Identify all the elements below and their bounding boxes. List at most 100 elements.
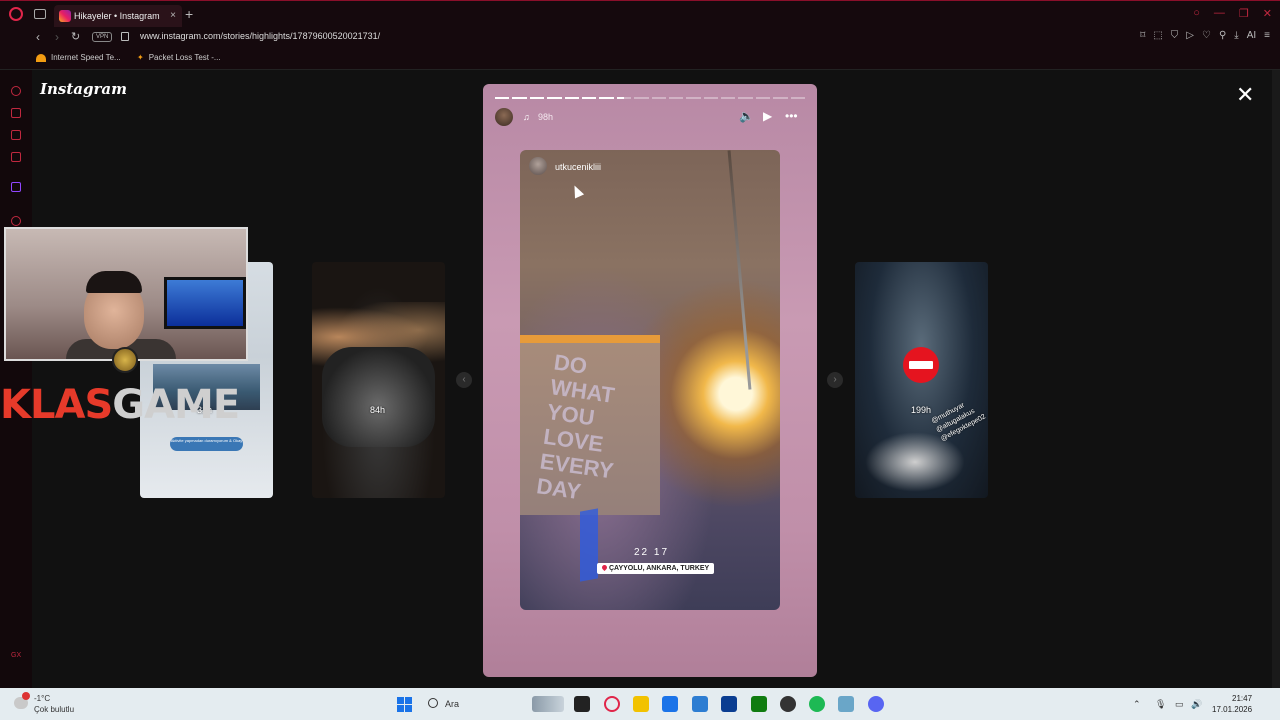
mute-icon[interactable]: 🔈: [739, 109, 754, 123]
messenger-icon[interactable]: [11, 130, 21, 140]
side-story-prev-1[interactable]: [312, 262, 445, 498]
progress-segment: [634, 97, 649, 99]
network-icon[interactable]: ▭: [1175, 699, 1184, 710]
vscode-icon[interactable]: [721, 696, 737, 712]
shopping-icon[interactable]: [11, 108, 21, 118]
tab-close-button[interactable]: ×: [170, 5, 176, 27]
play-icon[interactable]: ▷: [1186, 30, 1194, 41]
avatar[interactable]: [495, 108, 513, 126]
packet-icon: ✦: [137, 53, 144, 62]
progress-segment: [547, 97, 562, 99]
webcam-overlay: [4, 227, 248, 361]
microphone-icon[interactable]: 🎙: [1155, 699, 1166, 710]
bookmark-icon[interactable]: ⌑: [1140, 30, 1145, 41]
windows-start-icon[interactable]: [397, 697, 412, 712]
tv-image: [164, 277, 246, 329]
snapshot-icon[interactable]: ⬚: [1153, 30, 1162, 41]
store-icon[interactable]: [662, 696, 678, 712]
time-sticker: 22 17: [634, 547, 670, 558]
progress-segment: [721, 97, 736, 99]
instagram-sidebar-icon[interactable]: [11, 152, 21, 162]
menu-icon[interactable]: ≡: [1264, 30, 1270, 41]
story-text-pill: Aktivite yapmadan duramıyorum & Okay: [170, 437, 243, 451]
search-icon[interactable]: [428, 698, 438, 708]
more-options-icon[interactable]: •••: [785, 109, 798, 123]
progress-segment: [581, 97, 597, 99]
lamp-wire: [727, 150, 752, 390]
bookmark-item[interactable]: Internet Speed Te...: [36, 53, 121, 62]
person-hair: [86, 271, 142, 293]
new-tab-button[interactable]: +: [185, 6, 193, 22]
search-tabs-icon[interactable]: ○: [1193, 7, 1200, 20]
progress-segment: [790, 97, 806, 99]
prev-story-button[interactable]: ‹: [456, 372, 472, 388]
bookmark-item[interactable]: ✦ Packet Loss Test -...: [137, 53, 221, 62]
temperature[interactable]: -1°C: [34, 694, 50, 703]
shield-icon[interactable]: ⛉: [1171, 30, 1179, 41]
tab-bar: Hikayeler • Instagram × + ○ — ❐ ✕: [0, 0, 1280, 28]
file-explorer-icon[interactable]: [633, 696, 649, 712]
instagram-favicon-icon: [59, 10, 71, 22]
opera-taskbar-icon[interactable]: [604, 696, 620, 712]
mail-icon[interactable]: [692, 696, 708, 712]
blue-light: [580, 508, 598, 582]
download-icon[interactable]: ⤓: [1234, 30, 1238, 41]
no-entry-sticker-icon: [903, 347, 939, 383]
play-button[interactable]: ▶: [763, 109, 772, 123]
window-controls: ○ — ❐ ✕: [1193, 7, 1272, 20]
username[interactable]: utkucenikliii: [555, 162, 601, 172]
lock-icon[interactable]: [121, 32, 129, 41]
close-stories-button[interactable]: ✕: [1236, 84, 1254, 106]
story-time: 84h: [370, 405, 386, 415]
weather-condition[interactable]: Çok bulutlu: [34, 705, 74, 714]
progress-segment: [599, 97, 614, 99]
location-sticker[interactable]: ÇAYYOLU, ANKARA, TURKEY: [597, 563, 715, 574]
close-window-button[interactable]: ✕: [1263, 7, 1272, 20]
widget-image-icon[interactable]: [532, 696, 564, 712]
aria-icon[interactable]: [11, 86, 21, 96]
back-button[interactable]: ‹: [36, 30, 40, 44]
clock-date[interactable]: 17.01.2026: [1212, 705, 1252, 714]
minimize-button[interactable]: —: [1214, 7, 1225, 20]
vpn-badge[interactable]: VPN: [92, 32, 113, 42]
twitch-icon[interactable]: [11, 182, 21, 192]
location-label: ÇAYYOLU, ANKARA, TURKEY: [609, 565, 710, 572]
car-image: [322, 347, 435, 447]
progress-segment: [616, 97, 632, 99]
forward-button[interactable]: ›: [55, 30, 59, 44]
spotify-icon[interactable]: [809, 696, 825, 712]
restore-button[interactable]: ❐: [1239, 7, 1249, 20]
bookmark-label: Packet Loss Test -...: [148, 53, 221, 62]
workspaces-icon[interactable]: [34, 9, 46, 19]
next-story-button[interactable]: ›: [827, 372, 843, 388]
tray-chevron-icon[interactable]: ⌃: [1133, 699, 1141, 710]
cloud-icon: [36, 53, 46, 62]
volume-icon[interactable]: 🔊: [1191, 699, 1202, 710]
xbox-icon[interactable]: [751, 696, 767, 712]
avatar[interactable]: [529, 157, 547, 175]
task-view-icon[interactable]: [574, 696, 590, 712]
progress-segment: [495, 97, 510, 99]
progress-segment: [755, 97, 771, 99]
taskbar-search[interactable]: Ara: [445, 699, 459, 709]
app-icon[interactable]: [780, 696, 796, 712]
heart-icon[interactable]: ♡: [1202, 30, 1211, 41]
scrollbar[interactable]: [1272, 70, 1280, 688]
bookmark-label: Internet Speed Te...: [51, 53, 121, 62]
story-time: 199h: [911, 405, 932, 415]
reload-button[interactable]: ↻: [71, 30, 80, 43]
progress-segment: [529, 97, 545, 99]
player-icon[interactable]: [11, 216, 21, 226]
settings-icon[interactable]: [838, 696, 854, 712]
opera-logo-icon[interactable]: [9, 7, 23, 21]
progress-segment: [703, 97, 719, 99]
extensions-icon[interactable]: ⚲: [1219, 30, 1226, 41]
discord-icon[interactable]: [868, 696, 884, 712]
instagram-logo[interactable]: Instagram: [40, 80, 127, 98]
clock-time[interactable]: 21:47: [1232, 694, 1252, 703]
ai-button[interactable]: AI: [1247, 30, 1256, 41]
gx-icon[interactable]: GX: [11, 652, 21, 662]
url-field[interactable]: www.instagram.com/stories/highlights/178…: [140, 31, 380, 41]
tab-instagram[interactable]: Hikayeler • Instagram ×: [54, 5, 182, 27]
bookmarks-bar: Internet Speed Te... ✦ Packet Loss Test …: [0, 48, 1280, 70]
